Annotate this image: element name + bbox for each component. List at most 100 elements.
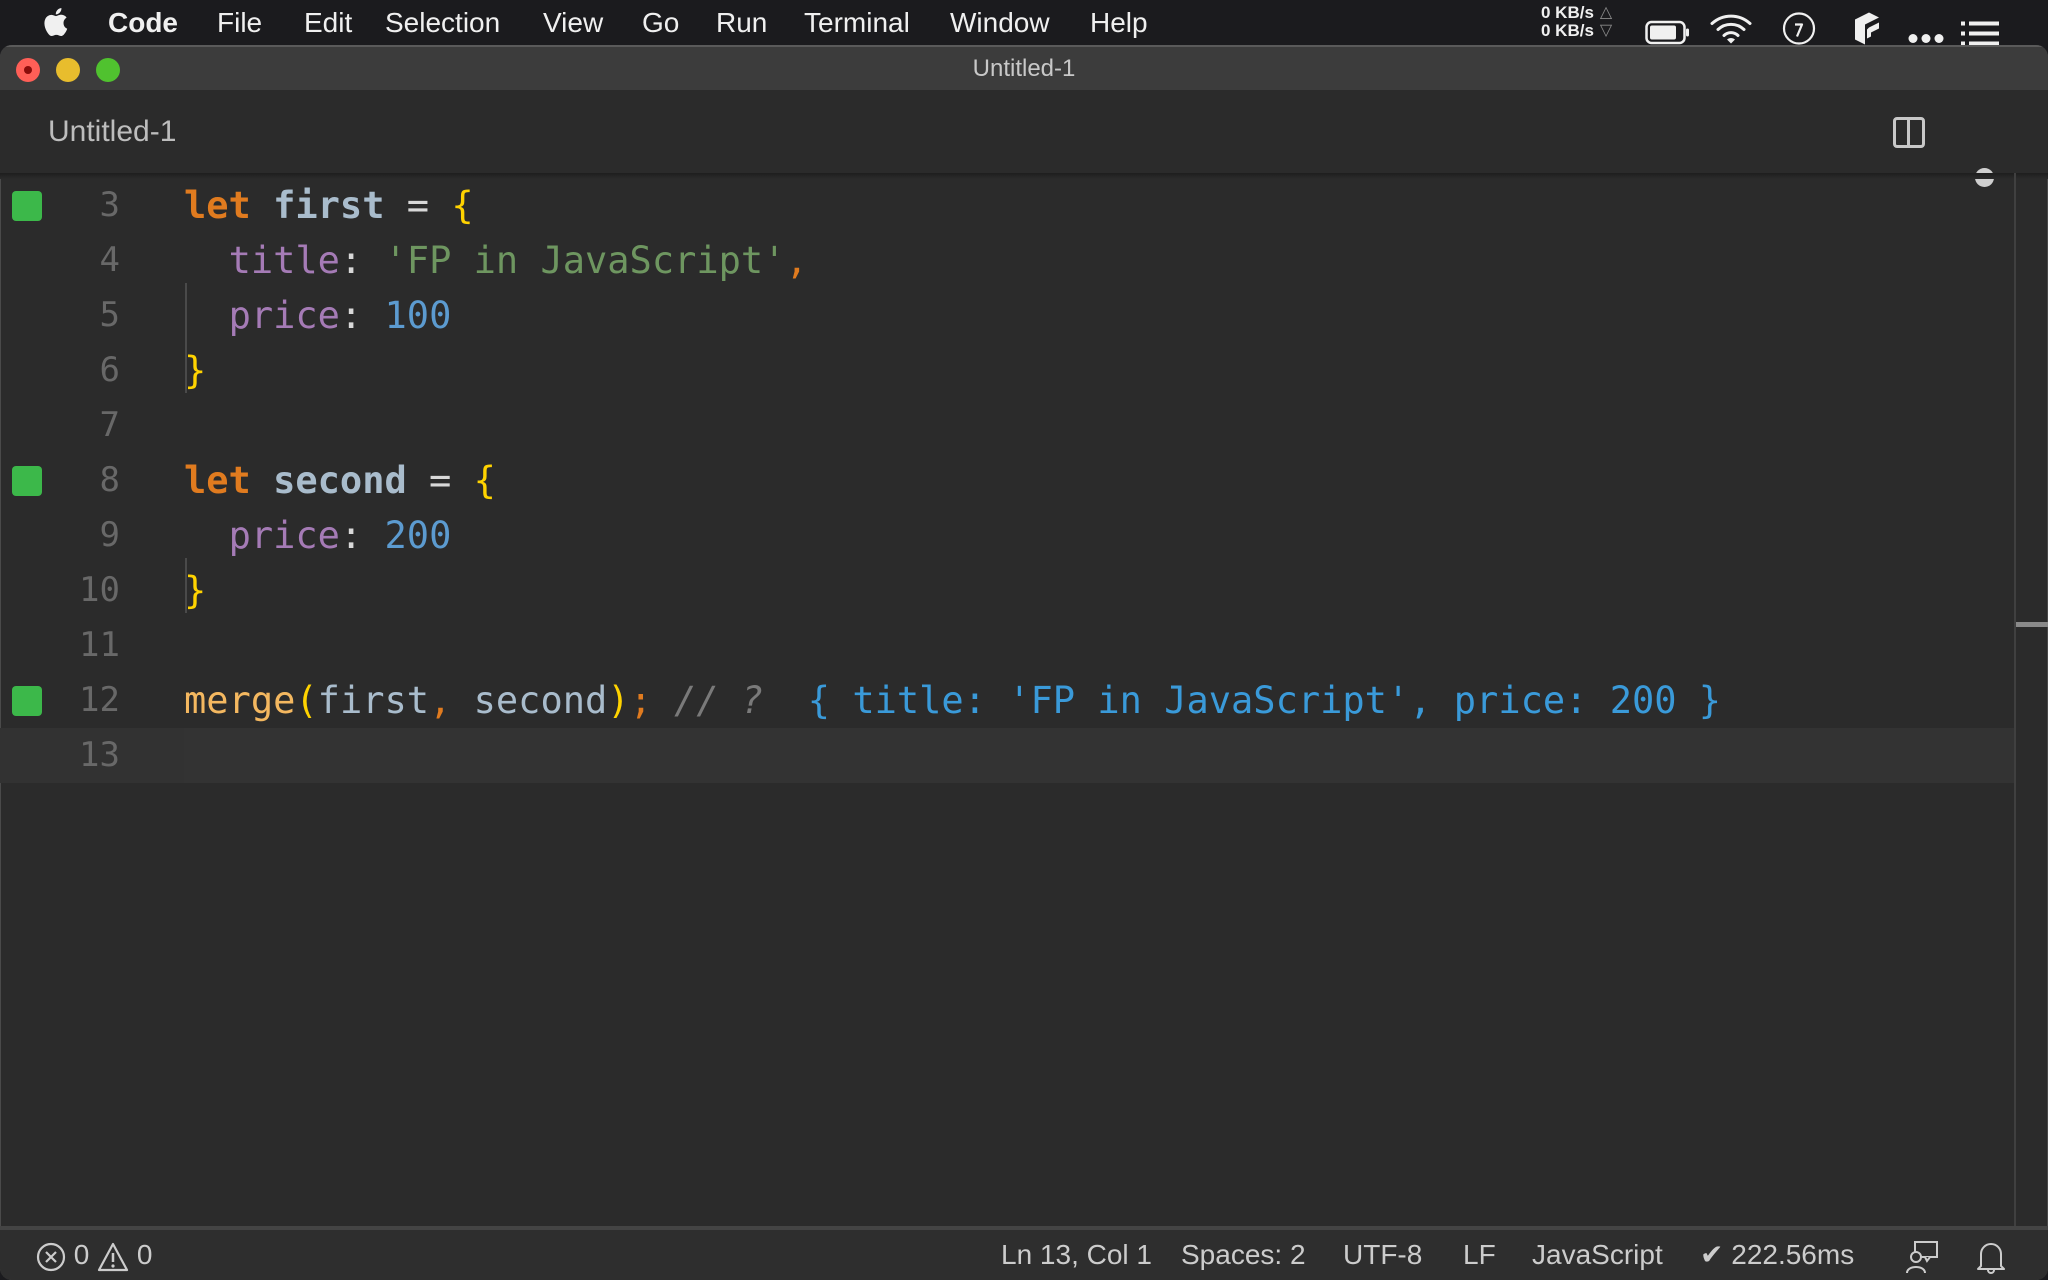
- line-ending-setting[interactable]: LF: [1463, 1230, 1496, 1280]
- network-speed-monitor[interactable]: 0 KB/s △ 0 KB/s ▽: [1541, 0, 1621, 49]
- menu-go[interactable]: Go: [642, 0, 679, 45]
- menu-view[interactable]: View: [543, 0, 603, 45]
- indentation-setting[interactable]: Spaces: 2: [1181, 1230, 1306, 1280]
- tab-untitled-1[interactable]: Untitled-1: [48, 90, 176, 173]
- menu-window[interactable]: Window: [950, 0, 1050, 45]
- menu-file[interactable]: File: [217, 0, 262, 45]
- code-token: first: [317, 679, 430, 722]
- menu-help[interactable]: Help: [1090, 0, 1148, 45]
- code-token: {: [451, 184, 474, 227]
- code-text: }: [184, 343, 206, 398]
- apple-logo-icon[interactable]: [42, 6, 68, 38]
- split-editor-icon[interactable]: [1893, 117, 1925, 148]
- code-token: { title: 'FP in JavaScript', price: 200 …: [785, 679, 1722, 722]
- code-line[interactable]: 5 price: 100: [0, 288, 2014, 343]
- code-text: title: 'FP in JavaScript',: [184, 233, 808, 288]
- coverage-marker-icon: [12, 686, 42, 716]
- line-number: 3: [99, 185, 120, 225]
- code-token: let: [184, 459, 251, 502]
- title-bar[interactable]: Untitled-1: [0, 45, 2048, 90]
- code-token: :: [339, 514, 385, 557]
- menu-edit[interactable]: Edit: [304, 0, 352, 45]
- menu-terminal[interactable]: Terminal: [804, 0, 910, 45]
- code-token: :: [339, 294, 385, 337]
- encoding-setting[interactable]: UTF-8: [1343, 1230, 1422, 1280]
- status-bar: 0 0 Ln 13, Col 1 Spaces: 2 UTF-8 LF Java…: [0, 1226, 2048, 1280]
- code-token: ;: [629, 679, 652, 722]
- error-icon: [36, 1242, 66, 1271]
- feedback-icon[interactable]: [1905, 1230, 1939, 1280]
- line-number: 7: [99, 405, 120, 445]
- overview-ruler-cursor-mark: [2016, 622, 2048, 627]
- code-token: second: [273, 459, 407, 502]
- code-token: :: [339, 239, 385, 282]
- line-number: 12: [79, 680, 120, 720]
- code-token: let: [184, 184, 251, 227]
- code-token: merge: [184, 679, 296, 722]
- code-token: {: [473, 459, 496, 502]
- code-text: }: [184, 563, 206, 618]
- code-text: let second = {: [184, 453, 496, 508]
- line-number: 11: [79, 625, 120, 665]
- code-token: =: [406, 459, 474, 502]
- code-line[interactable]: 11: [0, 618, 2014, 673]
- code-token: ): [607, 679, 630, 722]
- maximize-window-button[interactable]: [96, 58, 120, 82]
- upload-speed: 0 KB/s: [1541, 3, 1594, 22]
- coverage-marker-icon: [12, 466, 42, 496]
- code-text: merge(first, second); // ? { title: 'FP …: [184, 673, 1721, 728]
- current-line-highlight: [184, 728, 2014, 783]
- notifications-bell-icon[interactable]: [1977, 1230, 2005, 1280]
- minimize-window-button[interactable]: [56, 58, 80, 82]
- code-token: }: [184, 349, 207, 392]
- code-line[interactable]: 3 let first = {: [0, 178, 2014, 233]
- line-number: 6: [99, 350, 120, 390]
- code-text: price: 100: [184, 288, 452, 343]
- line-number: 5: [99, 295, 120, 335]
- download-arrow-icon: ▽: [1599, 22, 1613, 39]
- code-token: first: [273, 184, 385, 227]
- code-line[interactable]: 4 title: 'FP in JavaScript',: [0, 233, 2014, 288]
- line-number: 9: [99, 515, 120, 555]
- cursor-position[interactable]: Ln 13, Col 1: [1001, 1230, 1152, 1280]
- coverage-marker-icon: [12, 191, 42, 221]
- upload-arrow-icon: △: [1599, 4, 1613, 21]
- code-text: price: 200: [184, 508, 452, 563]
- code-token: second: [451, 679, 608, 722]
- menu-app-code[interactable]: Code: [108, 0, 178, 45]
- error-count: 0: [73, 1239, 90, 1270]
- quokka-timing[interactable]: ✔ 222.56ms: [1700, 1230, 1854, 1280]
- code-token: (: [295, 679, 318, 722]
- line-number: 4: [99, 240, 120, 280]
- code-line[interactable]: 6}: [0, 343, 2014, 398]
- code-line[interactable]: 12 merge(first, second); // ? { title: 'F…: [0, 673, 2014, 728]
- code-token: =: [384, 184, 452, 227]
- problems-indicator[interactable]: 0 0: [36, 1230, 153, 1280]
- code-line[interactable]: 9 price: 200: [0, 508, 2014, 563]
- close-window-button[interactable]: [16, 58, 40, 82]
- code-token: }: [184, 569, 207, 612]
- code-token: // ?: [651, 679, 786, 722]
- menu-selection[interactable]: Selection: [385, 0, 500, 45]
- language-mode[interactable]: JavaScript: [1532, 1230, 1663, 1280]
- code-line[interactable]: 7: [0, 398, 2014, 453]
- code-token: title: [228, 239, 340, 282]
- code-line[interactable]: 8 let second = {: [0, 453, 2014, 508]
- overview-ruler-scrollbar[interactable]: [2014, 173, 2048, 1271]
- code-token: ,: [785, 239, 808, 282]
- code-line[interactable]: 10}: [0, 563, 2014, 618]
- window-title: Untitled-1: [972, 55, 1076, 82]
- menu-run[interactable]: Run: [716, 0, 767, 45]
- code-text: let first = {: [184, 178, 474, 233]
- line-number: 13: [79, 735, 120, 775]
- vscode-window: Untitled-1 Untitled-1 3 let first = {4 ti…: [0, 45, 2048, 1280]
- download-speed: 0 KB/s: [1541, 21, 1594, 40]
- code-editor[interactable]: 3 let first = {4 title: 'FP in JavaScript…: [0, 173, 2048, 1227]
- code-line-current[interactable]: 13: [0, 728, 2014, 783]
- macos-menu-bar: Code File Edit Selection View Go Run Ter…: [0, 0, 2048, 46]
